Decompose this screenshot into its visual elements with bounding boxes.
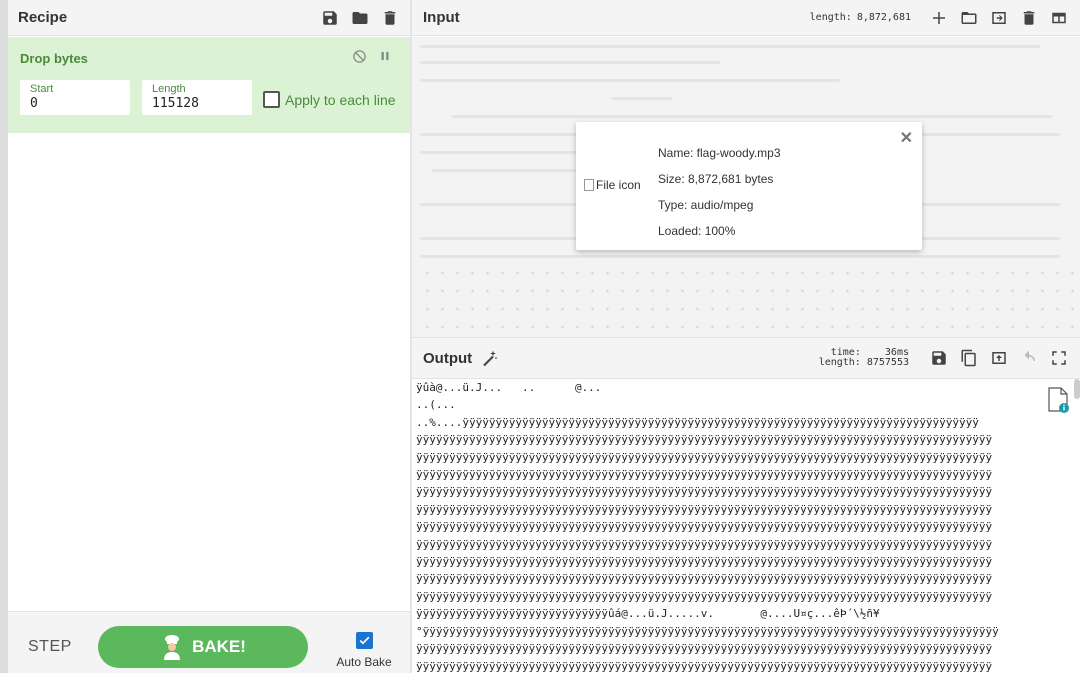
output-line: ÿÿÿÿÿÿÿÿÿÿÿÿÿÿÿÿÿÿÿÿÿÿÿÿÿÿÿÿÿÿÿÿÿÿÿÿÿÿÿÿ… <box>416 555 993 569</box>
output-line: ÿÿÿÿÿÿÿÿÿÿÿÿÿÿÿÿÿÿÿÿÿÿÿÿÿÿÿÿÿÿÿÿÿÿÿÿÿÿÿÿ… <box>416 433 993 447</box>
chef-icon <box>160 634 184 660</box>
auto-bake-label: Auto Bake <box>336 655 392 669</box>
output-line: °ÿÿÿÿÿÿÿÿÿÿÿÿÿÿÿÿÿÿÿÿÿÿÿÿÿÿÿÿÿÿÿÿÿÿÿÿÿÿÿ… <box>416 624 999 638</box>
save-output-icon[interactable] <box>929 348 949 368</box>
apply-each-line-label: Apply to each line <box>285 91 396 108</box>
auto-bake-checkbox[interactable] <box>355 632 373 649</box>
file-loaded: Loaded: 100% <box>658 224 736 238</box>
blurred-text <box>420 255 1060 258</box>
output-length-value: 8757553 <box>866 357 909 368</box>
file-icon: File icon <box>584 178 641 192</box>
recipe-pane: Recipe Drop bytes Start 0 Length 115128 … <box>8 0 410 673</box>
output-text-area[interactable]: ÿûà@...ü.J... .. @... ..(... ..%....ÿÿÿÿÿÿ… <box>416 379 1076 673</box>
input-text-area[interactable]: File icon Name: flag-woody.mp3 Size: 8,8… <box>412 37 1080 337</box>
trash-icon[interactable] <box>380 8 400 28</box>
blurred-text <box>612 97 672 100</box>
drop-bytes-operation[interactable]: Drop bytes Start 0 Length 115128 Apply t… <box>8 37 410 133</box>
folder-icon[interactable] <box>350 8 370 28</box>
file-size: Size: 8,872,681 bytes <box>658 172 774 186</box>
apply-each-line-checkbox[interactable] <box>263 91 280 108</box>
blurred-text <box>420 79 840 82</box>
add-icon[interactable] <box>929 8 949 28</box>
blurred-text <box>420 305 1075 313</box>
recipe-footer: STEP BAKE! Auto Bake <box>8 611 410 673</box>
recipe-header: Recipe <box>8 0 410 36</box>
blurred-text <box>420 269 1075 277</box>
start-label: Start <box>30 83 54 95</box>
length-field[interactable]: Length 115128 <box>142 80 252 115</box>
step-button[interactable]: STEP <box>28 638 72 656</box>
file-details-icon[interactable] <box>1047 387 1069 413</box>
output-scrollbar[interactable] <box>1074 379 1080 399</box>
operation-title: Drop bytes <box>20 51 88 66</box>
checkmark-icon <box>359 636 369 645</box>
output-line: ÿÿÿÿÿÿÿÿÿÿÿÿÿÿÿÿÿÿÿÿÿÿÿÿÿÿÿÿÿÿÿÿÿÿÿÿÿÿÿÿ… <box>416 502 993 516</box>
broken-image-icon <box>584 179 594 191</box>
open-folder-icon[interactable] <box>959 8 979 28</box>
auto-bake-option[interactable]: Auto Bake <box>334 632 394 669</box>
output-toolbar <box>929 348 1069 368</box>
file-details-card: File icon Name: flag-woody.mp3 Size: 8,8… <box>576 122 922 250</box>
left-edge-bar <box>0 0 8 673</box>
apply-each-line-option[interactable]: Apply to each line <box>263 91 396 108</box>
blurred-text <box>420 287 1075 295</box>
input-header: Input length: 8,872,681 <box>412 0 1080 36</box>
file-info: Name: flag-woody.mp3 Size: 8,872,681 byt… <box>658 140 781 244</box>
length-value[interactable]: 115128 <box>152 96 242 111</box>
input-length-label: length: <box>809 12 852 23</box>
output-line: ÿÿÿÿÿÿÿÿÿÿÿÿÿÿÿÿÿÿÿÿÿÿÿÿÿÿÿÿÿÿÿÿÿÿÿÿÿÿÿÿ… <box>416 589 993 603</box>
output-line: ÿÿÿÿÿÿÿÿÿÿÿÿÿÿÿÿÿÿÿÿÿÿÿÿÿÿÿÿÿÿÿÿÿÿÿÿÿÿÿÿ… <box>416 450 993 464</box>
input-pane: Input length: 8,872,681 File icon Name: … <box>412 0 1080 337</box>
output-length-label: length: <box>818 357 861 368</box>
file-icon-alt: File icon <box>596 178 641 192</box>
disable-icon[interactable] <box>352 49 367 67</box>
length-label: Length <box>152 83 186 95</box>
input-title: Input <box>423 9 460 26</box>
output-stats: time: 36ms length: 8757553 <box>819 348 909 368</box>
pause-icon[interactable] <box>378 49 392 66</box>
output-line: ÿÿÿÿÿÿÿÿÿÿÿÿÿÿÿÿÿÿÿÿÿÿÿÿÿÿÿÿÿÿÿÿÿÿÿÿÿÿÿÿ… <box>416 537 993 551</box>
output-line: ÿÿÿÿÿÿÿÿÿÿÿÿÿÿÿÿÿÿÿÿÿÿÿÿÿÿÿÿÿÿÿÿÿÿÿÿÿÿÿÿ… <box>416 520 993 534</box>
output-line: ..(... <box>416 398 456 412</box>
input-length-value: 8,872,681 <box>856 12 911 23</box>
output-line: ÿÿÿÿÿÿÿÿÿÿÿÿÿÿÿÿÿÿÿÿÿÿÿÿÿÿÿÿÿÿÿÿÿÿÿÿÿÿÿÿ… <box>416 485 993 499</box>
output-line: ÿÿÿÿÿÿÿÿÿÿÿÿÿÿÿÿÿÿÿÿÿÿÿÿÿÿÿÿÿÿÿÿÿÿÿÿÿÿÿÿ… <box>416 572 993 586</box>
blurred-text <box>420 45 1040 48</box>
maximise-icon[interactable] <box>1049 348 1069 368</box>
blurred-text <box>420 323 1075 331</box>
start-value[interactable]: 0 <box>30 96 120 111</box>
output-line: ÿÿÿÿÿÿÿÿÿÿÿÿÿÿÿÿÿÿÿÿÿÿÿÿÿÿÿÿÿÿÿÿÿÿÿÿÿÿÿÿ… <box>416 468 993 482</box>
output-line: ÿûà@...ü.J... .. @... <box>416 381 602 394</box>
output-pane: Output time: 36ms length: 8757553 ÿûà@..… <box>412 337 1080 673</box>
open-file-icon[interactable] <box>989 8 1009 28</box>
output-title: Output <box>423 349 473 367</box>
output-header: Output time: 36ms length: 8757553 <box>412 337 1080 379</box>
save-icon[interactable] <box>320 8 340 28</box>
replace-input-icon[interactable] <box>989 348 1009 368</box>
input-toolbar <box>929 8 1069 28</box>
undo-icon[interactable] <box>1019 348 1039 368</box>
output-line: ÿÿÿÿÿÿÿÿÿÿÿÿÿÿÿÿÿÿÿÿÿÿÿÿÿÿÿÿÿûá@...ü.J..… <box>416 607 880 621</box>
clear-input-icon[interactable] <box>1019 8 1039 28</box>
file-name: Name: flag-woody.mp3 <box>658 146 781 160</box>
bake-button[interactable]: BAKE! <box>98 626 308 668</box>
blurred-text <box>452 115 1052 118</box>
recipe-title: Recipe <box>18 9 68 26</box>
start-field[interactable]: Start 0 <box>20 80 130 115</box>
bake-label: BAKE! <box>192 637 246 656</box>
close-icon[interactable]: ✕ <box>900 128 913 148</box>
file-type: Type: audio/mpeg <box>658 198 754 212</box>
output-line: ÿÿÿÿÿÿÿÿÿÿÿÿÿÿÿÿÿÿÿÿÿÿÿÿÿÿÿÿÿÿÿÿÿÿÿÿÿÿÿÿ… <box>416 642 993 656</box>
output-line: ÿÿÿÿÿÿÿÿÿÿÿÿÿÿÿÿÿÿÿÿÿÿÿÿÿÿÿÿÿÿÿÿÿÿÿÿÿÿÿÿ… <box>416 659 993 673</box>
copy-icon[interactable] <box>959 348 979 368</box>
layout-icon[interactable] <box>1049 8 1069 28</box>
blurred-text <box>420 61 720 64</box>
magic-wand-icon[interactable] <box>480 348 500 368</box>
output-line: ..%....ÿÿÿÿÿÿÿÿÿÿÿÿÿÿÿÿÿÿÿÿÿÿÿÿÿÿÿÿÿÿÿÿÿ… <box>416 415 979 429</box>
recipe-toolbar <box>320 8 400 28</box>
